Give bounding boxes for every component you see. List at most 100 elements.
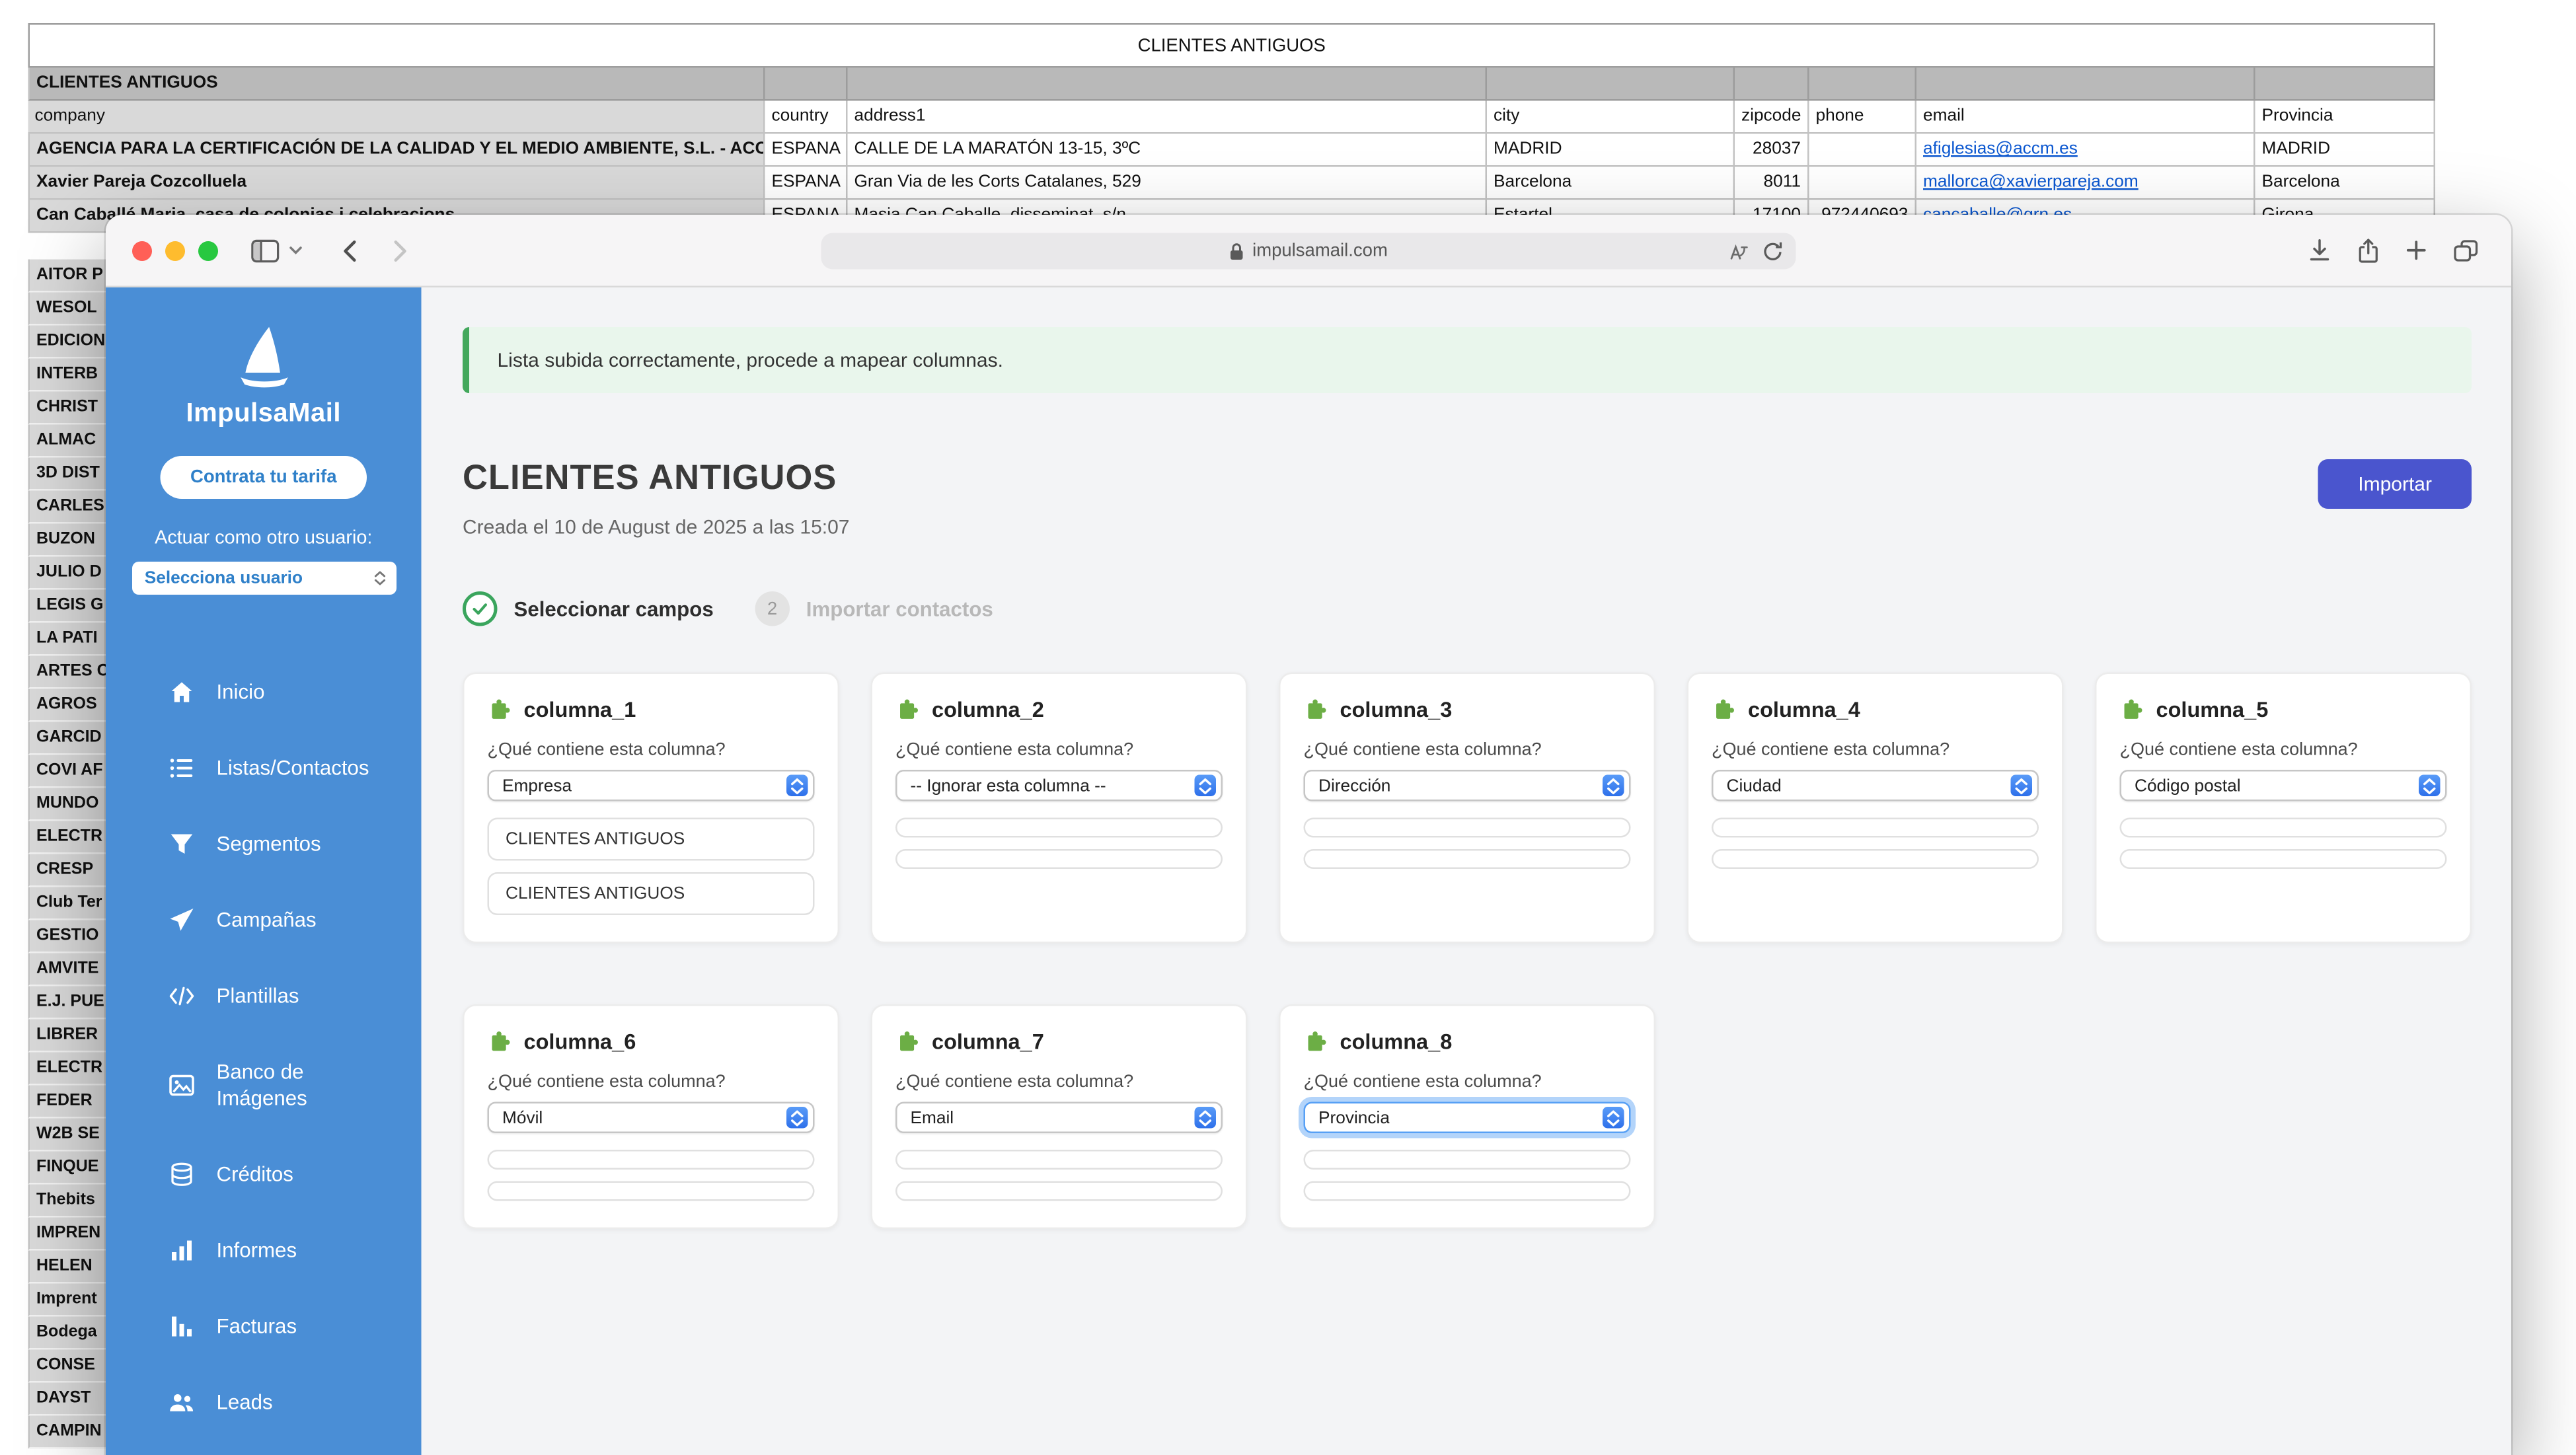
phone-cell[interactable]	[1809, 167, 1917, 200]
column-header[interactable]: company	[28, 101, 765, 134]
column-mapping-select-columna-5[interactable]: Código postal	[2120, 770, 2447, 802]
provincia-cell[interactable]: MADRID	[2255, 134, 2436, 167]
sample-value	[2120, 849, 2447, 869]
invoice-chart-icon	[169, 1314, 195, 1340]
column-card-title: columna_2	[932, 697, 1044, 722]
screen: CLIENTES ANTIGUOS CLIENTES ANTIGUOS comp…	[0, 0, 2576, 1455]
sample-value	[488, 1150, 815, 1170]
import-button[interactable]: Importar	[2318, 459, 2472, 509]
city-cell[interactable]: Barcelona	[1487, 167, 1735, 200]
sample-value	[895, 1181, 1223, 1201]
sidebar-item-banco-de-imagenes[interactable]: Banco de Imágenes	[106, 1034, 422, 1137]
sidebar-item-leads[interactable]: Leads	[106, 1364, 422, 1440]
sidebar-item-label: Facturas	[217, 1314, 297, 1340]
chevron-down-icon[interactable]	[289, 246, 303, 255]
sheet-cell[interactable]	[848, 68, 1488, 101]
browser-toolbar: impulsamail.com	[106, 215, 2511, 287]
zoom-button[interactable]	[198, 241, 218, 260]
provincia-cell[interactable]: Barcelona	[2255, 167, 2436, 200]
user-select-value: Selecciona usuario	[145, 568, 303, 588]
column-header[interactable]: Provincia	[2255, 101, 2436, 134]
address-bar[interactable]: impulsamail.com	[821, 233, 1796, 270]
page-subtitle: Creada el 10 de August de 2025 a las 15:…	[463, 515, 849, 539]
impersonate-label: Actuar como otro usuario:	[155, 529, 372, 548]
address-cell[interactable]: Gran Via de les Corts Catalanes, 529	[848, 167, 1488, 200]
sidebar-item-listas-contactos[interactable]: Listas/Contactos	[106, 730, 422, 806]
column-header[interactable]: zipcode	[1735, 101, 1809, 134]
sample-value	[1712, 818, 2039, 838]
column-card-columna-1: columna_1 ¿Qué contiene esta columna? Em…	[463, 673, 839, 944]
column-mapping-grid: columna_1 ¿Qué contiene esta columna? Em…	[463, 673, 2472, 1230]
column-header[interactable]: phone	[1809, 101, 1917, 134]
reload-button[interactable]	[1763, 241, 1783, 262]
step-seleccionar-campos[interactable]: Seleccionar campos	[463, 591, 714, 626]
column-mapping-select-columna-7[interactable]: Email	[895, 1102, 1223, 1134]
sheet-cell[interactable]	[2255, 68, 2436, 101]
sidebar-item-inicio[interactable]: Inicio	[106, 654, 422, 730]
translate-button[interactable]	[1728, 241, 1748, 261]
contract-plan-button[interactable]: Contrata tu tarifa	[161, 456, 367, 499]
puzzle-icon	[1304, 697, 1329, 722]
column-card-columna-8: columna_8 ¿Qué contiene esta columna? Pr…	[1279, 1004, 1655, 1229]
column-question: ¿Qué contiene esta columna?	[895, 1072, 1223, 1092]
column-card-columna-7: columna_7 ¿Qué contiene esta columna? Em…	[871, 1004, 1248, 1229]
column-card-title: columna_4	[1748, 697, 1860, 722]
email-cell[interactable]: mallorca@xavierpareja.com	[1916, 167, 2255, 200]
step-number: 2	[755, 591, 790, 626]
sidebar-toggle-button[interactable]	[251, 239, 280, 262]
phone-cell[interactable]	[1809, 134, 1917, 167]
home-icon	[169, 679, 195, 706]
zipcode-cell[interactable]: 28037	[1735, 134, 1809, 167]
column-mapping-select-columna-3[interactable]: Dirección	[1304, 770, 1631, 802]
sidebar-item-label: Informes	[217, 1238, 297, 1264]
sheet-cell[interactable]	[1916, 68, 2255, 101]
sidebar-item-segmentos[interactable]: Segmentos	[106, 806, 422, 882]
sidebar-item-creditos[interactable]: Créditos	[106, 1137, 422, 1212]
column-header[interactable]: address1	[848, 101, 1488, 134]
back-button[interactable]	[342, 239, 358, 262]
column-mapping-select-columna-2[interactable]: -- Ignorar esta columna --	[895, 770, 1223, 802]
city-cell[interactable]: MADRID	[1487, 134, 1735, 167]
sidebar-item-facturas[interactable]: Facturas	[106, 1288, 422, 1364]
sheet-cell[interactable]	[1487, 68, 1735, 101]
email-cell[interactable]: afiglesias@accm.es	[1916, 134, 2255, 167]
sheet-band-label[interactable]: CLIENTES ANTIGUOS	[28, 68, 765, 101]
sheet-cell[interactable]	[1735, 68, 1809, 101]
sidebar-nav: Inicio Listas/Contactos Segmentos	[106, 654, 422, 1440]
coins-icon	[169, 1162, 195, 1188]
sidebar-item-informes[interactable]: Informes	[106, 1212, 422, 1288]
sample-value	[895, 849, 1223, 869]
column-header[interactable]: email	[1916, 101, 2255, 134]
sheet-cell[interactable]	[1809, 68, 1917, 101]
sample-value	[1712, 849, 2039, 869]
new-tab-button[interactable]	[2406, 240, 2427, 262]
sample-value	[1304, 1150, 1631, 1170]
column-mapping-select-columna-4[interactable]: Ciudad	[1712, 770, 2039, 802]
share-button[interactable]	[2358, 237, 2380, 264]
sidebar-item-plantillas[interactable]: Plantillas	[106, 958, 422, 1034]
tab-overview-button[interactable]	[2454, 239, 2479, 262]
column-mapping-select-columna-8[interactable]: Provincia	[1304, 1102, 1631, 1134]
column-header[interactable]: country	[765, 101, 848, 134]
downloads-button[interactable]	[2308, 238, 2331, 263]
step-importar-contactos[interactable]: 2 Importar contactos	[755, 591, 993, 626]
column-header[interactable]: city	[1487, 101, 1735, 134]
company-cell[interactable]: Xavier Pareja Cozcolluela	[28, 167, 765, 200]
country-cell[interactable]: ESPANA	[765, 167, 848, 200]
country-cell[interactable]: ESPANA	[765, 134, 848, 167]
column-card-title: columna_3	[1340, 697, 1453, 722]
sidebar-item-campanas[interactable]: Campañas	[106, 882, 422, 958]
forward-button[interactable]	[393, 239, 408, 262]
zipcode-cell[interactable]: 8011	[1735, 167, 1809, 200]
sheet-title[interactable]: CLIENTES ANTIGUOS	[28, 23, 2436, 68]
user-select[interactable]: Selecciona usuario	[132, 562, 396, 595]
address-cell[interactable]: CALLE DE LA MARATÓN 13-15, 3ºC	[848, 134, 1488, 167]
puzzle-icon	[1304, 1029, 1329, 1055]
column-mapping-select-columna-1[interactable]: Empresa	[488, 770, 815, 802]
sheet-cell[interactable]	[765, 68, 848, 101]
impulsamail-logo	[225, 324, 301, 393]
close-button[interactable]	[132, 241, 152, 260]
minimize-button[interactable]	[165, 241, 185, 260]
company-cell[interactable]: AGENCIA PARA LA CERTIFICACIÓN DE LA CALI…	[28, 134, 765, 167]
column-mapping-select-columna-6[interactable]: Móvil	[488, 1102, 815, 1134]
